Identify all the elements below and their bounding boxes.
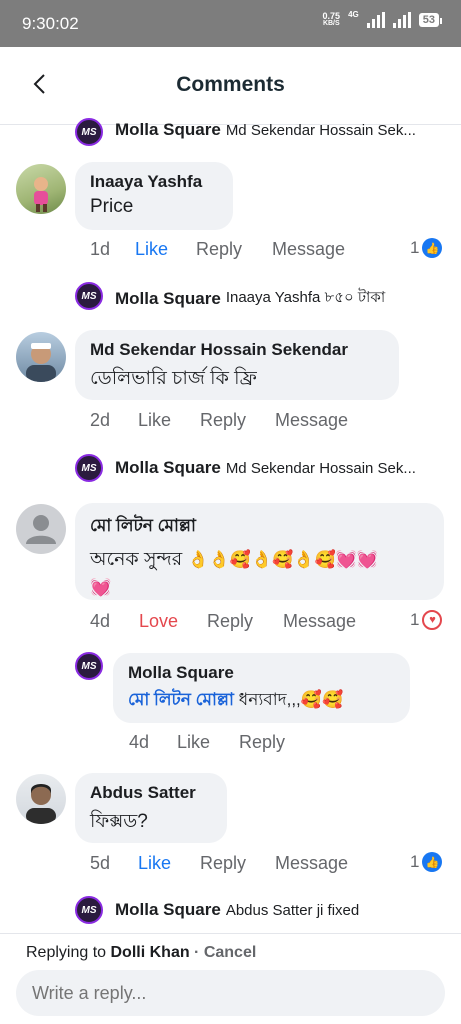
comment-author[interactable]: Abdus Satter <box>90 783 212 803</box>
message-button[interactable]: Message <box>272 239 345 260</box>
comment-time: 4d <box>90 611 111 631</box>
page-avatar[interactable]: MS <box>75 282 103 310</box>
collapsed-reply[interactable]: Molla Square Md Sekendar Hossain Sek... <box>115 458 416 478</box>
avatar[interactable] <box>16 774 66 824</box>
comment-text: ফিক্সড? <box>90 811 148 832</box>
avatar[interactable] <box>16 332 66 382</box>
reply-button[interactable]: Reply <box>207 611 253 632</box>
page-avatar[interactable]: MS <box>75 454 103 482</box>
page-avatar[interactable]: MS <box>75 652 103 680</box>
reply-button[interactable]: Reply <box>200 853 246 874</box>
reaction-count[interactable]: 1 👍 <box>410 238 443 258</box>
reply-actions: 4d Like Reply <box>129 732 429 756</box>
replying-to-label: Replying to Dolli Khan · Cancel <box>26 944 257 961</box>
battery-icon: 53 <box>418 13 443 27</box>
comment-time: 2d <box>90 410 111 430</box>
reaction-count[interactable]: 1 👍 <box>410 852 443 872</box>
comment-actions: 5d Like Reply Message <box>90 853 450 877</box>
comment-bubble[interactable]: Inaaya Yashfa Price <box>75 162 233 230</box>
comments-header: Comments <box>0 47 461 125</box>
comment-actions: 2d Like Reply Message <box>90 410 450 434</box>
avatar[interactable] <box>16 504 66 554</box>
comment-author[interactable]: মো লিটন মোল্লা <box>90 513 429 541</box>
collapsed-reply[interactable]: Molla Square Inaaya Yashfa ৮৫০ টাকা <box>115 286 385 311</box>
like-reaction-icon: 👍 <box>422 238 443 258</box>
comment-time: 1d <box>90 239 111 259</box>
network-speed: 0.75 KB/S <box>322 11 341 28</box>
collapsed-reply[interactable]: Molla Square Abdus Satter ji fixed <box>115 900 359 920</box>
signal-icon-2 <box>392 12 411 28</box>
comment-bubble[interactable]: Md Sekendar Hossain Sekendar ডেলিভারি চা… <box>75 330 399 400</box>
reply-bubble[interactable]: Molla Square মো লিটন মোল্লা ধন্যবাদ,,,🥰🥰 <box>113 653 410 723</box>
comment-text: অনেক সুন্দর 👌👌🥰👌🥰👌🥰💓💓 💓 <box>90 549 379 597</box>
reply-input[interactable] <box>16 970 445 1016</box>
like-button[interactable]: Like <box>138 410 171 431</box>
comment-time: 5d <box>90 853 111 873</box>
comment-actions: 1d Like Reply Message <box>90 239 450 263</box>
comment-text: ডেলিভারি চার্জ কি ফ্রি <box>90 368 257 389</box>
reply-time: 4d <box>129 732 150 752</box>
status-icons: 0.75 KB/S 4G 53 <box>322 9 443 28</box>
clock: 9:30:02 <box>22 14 79 33</box>
page-title: Comments <box>176 73 285 96</box>
message-button[interactable]: Message <box>275 410 348 431</box>
love-reaction-icon: ♥ <box>422 610 443 630</box>
like-button[interactable]: Like <box>135 239 168 260</box>
signal-icon <box>366 12 385 28</box>
reply-button[interactable]: Reply <box>196 239 242 260</box>
message-button[interactable]: Message <box>283 611 356 632</box>
comment-feed[interactable]: MS Molla Square Md Sekendar Hossain Sek.… <box>0 118 461 933</box>
comment-actions: 4d Love Reply Message <box>90 611 450 635</box>
like-reaction-icon: 👍 <box>422 852 443 872</box>
like-button[interactable]: Like <box>138 853 171 874</box>
reply-button[interactable]: Reply <box>200 410 246 431</box>
comment-author[interactable]: Inaaya Yashfa <box>90 172 218 192</box>
love-button[interactable]: Love <box>139 611 178 632</box>
reply-author[interactable]: Molla Square <box>128 663 395 683</box>
reply-text: মো লিটন মোল্লা ধন্যবাদ,,,🥰🥰 <box>128 690 344 709</box>
comment-author[interactable]: Md Sekendar Hossain Sekendar <box>90 340 384 360</box>
message-button[interactable]: Message <box>275 853 348 874</box>
comment-bubble[interactable]: Abdus Satter ফিক্সড? <box>75 773 227 843</box>
page-avatar[interactable]: MS <box>75 118 103 146</box>
like-button[interactable]: Like <box>177 732 210 753</box>
reply-button[interactable]: Reply <box>239 732 285 753</box>
page-avatar[interactable]: MS <box>75 896 103 924</box>
avatar[interactable] <box>16 164 66 214</box>
cancel-reply-button[interactable]: Cancel <box>204 944 256 961</box>
collapsed-reply[interactable]: Molla Square Md Sekendar Hossain Sek... <box>115 120 416 140</box>
default-avatar-icon <box>26 515 56 544</box>
comment-text: Price <box>90 196 134 217</box>
reply-composer: Replying to Dolli Khan · Cancel <box>0 933 461 1024</box>
mention-link[interactable]: মো লিটন মোল্লা <box>128 690 234 709</box>
comment-bubble[interactable]: মো লিটন মোল্লা অনেক সুন্দর 👌👌🥰👌🥰👌🥰💓💓 💓 <box>75 503 444 600</box>
network-type: 4G <box>348 9 359 19</box>
status-bar: 9:30:02 0.75 KB/S 4G 53 <box>0 0 461 47</box>
reaction-count[interactable]: 1 ♥ <box>410 610 443 630</box>
